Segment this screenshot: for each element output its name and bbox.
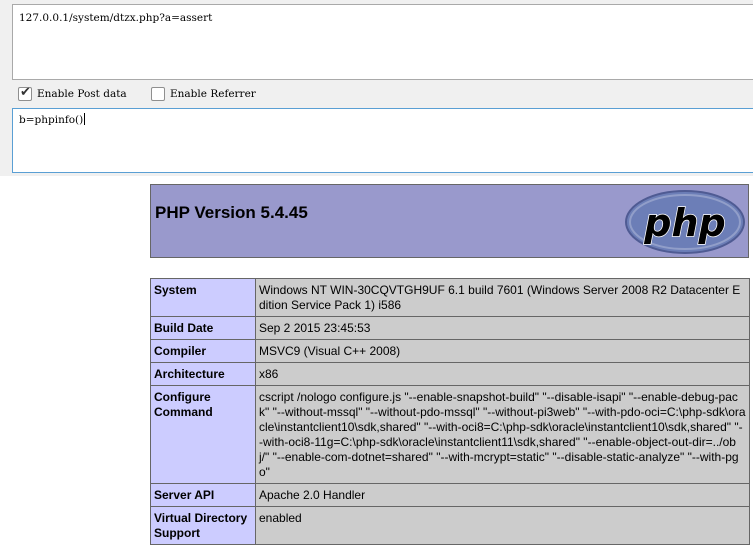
- row-key: Server API: [150, 483, 256, 507]
- table-row: Compiler MSVC9 (Visual C++ 2008): [150, 339, 750, 363]
- row-value: Apache 2.0 Handler: [255, 483, 750, 507]
- row-key: System: [150, 278, 256, 317]
- row-key: Build Date: [150, 316, 256, 340]
- table-row: Build Date Sep 2 2015 23:45:53: [150, 316, 750, 340]
- hackbar-panel: 127.0.0.1/system/dtzx.php?a=assert ✔ Ena…: [0, 0, 753, 176]
- table-row: Server API Apache 2.0 Handler: [150, 483, 750, 507]
- table-row: Architecture x86: [150, 362, 750, 386]
- phpinfo-table: System Windows NT WIN-30CQVTGH9UF 6.1 bui…: [150, 278, 750, 545]
- post-data-textarea[interactable]: b=phpinfo(): [12, 108, 753, 173]
- enable-post-label[interactable]: Enable Post data: [37, 88, 127, 100]
- phpinfo-header: PHP Version 5.4.45 php: [150, 184, 749, 258]
- row-key: Architecture: [150, 362, 256, 386]
- table-row: Virtual Directory Support enabled: [150, 506, 750, 545]
- row-value: Windows NT WIN-30CQVTGH9UF 6.1 build 760…: [255, 278, 750, 317]
- url-textarea[interactable]: 127.0.0.1/system/dtzx.php?a=assert: [12, 4, 753, 80]
- table-row: System Windows NT WIN-30CQVTGH9UF 6.1 bui…: [150, 278, 750, 317]
- text-caret: [84, 113, 86, 125]
- row-key: Configure Command: [150, 385, 256, 484]
- options-row: ✔ Enable Post data Enable Referrer: [0, 85, 753, 107]
- post-data-text: b=phpinfo(): [19, 113, 86, 126]
- row-value: x86: [255, 362, 750, 386]
- table-row: Configure Command cscript /nologo configu…: [150, 385, 750, 484]
- row-value: Sep 2 2015 23:45:53: [255, 316, 750, 340]
- row-key: Virtual Directory Support: [150, 506, 256, 545]
- enable-post-checkbox[interactable]: ✔: [18, 85, 32, 101]
- row-value: MSVC9 (Visual C++ 2008): [255, 339, 750, 363]
- php-logo-icon: php: [625, 190, 745, 254]
- enable-referrer-label[interactable]: Enable Referrer: [170, 88, 256, 100]
- url-text: 127.0.0.1/system/dtzx.php?a=assert: [19, 12, 213, 24]
- row-key: Compiler: [150, 339, 256, 363]
- enable-referrer-checkbox[interactable]: [151, 87, 165, 101]
- row-value: enabled: [255, 506, 750, 545]
- checkmark-icon: ✔: [20, 85, 31, 100]
- row-value: cscript /nologo configure.js "--enable-s…: [255, 385, 750, 484]
- php-version-title: PHP Version 5.4.45: [155, 203, 308, 222]
- php-logo-text: php: [643, 201, 725, 245]
